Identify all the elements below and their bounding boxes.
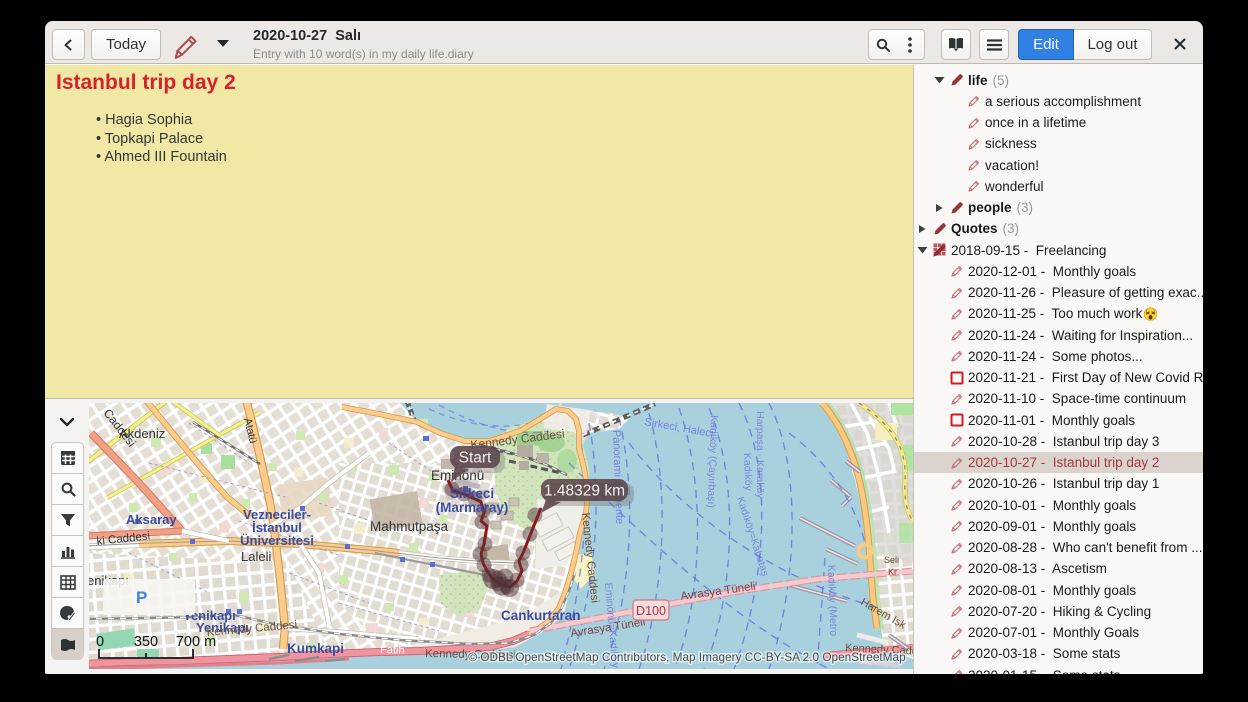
svg-text:Kr: Kr	[888, 567, 897, 577]
svg-text:Sirkeci: Sirkeci	[450, 486, 494, 501]
svg-text:© ODBL OpenStreetMap Contribut: © ODBL OpenStreetMap Contributors, Map I…	[468, 650, 906, 664]
svg-text:Üniversitesi: Üniversitesi	[240, 533, 314, 548]
svg-text:350: 350	[134, 634, 158, 650]
svg-text:Start: Start	[459, 450, 492, 467]
svg-text:Fatih: Fatih	[380, 644, 405, 657]
svg-text:0: 0	[96, 634, 104, 650]
svg-text:700 m: 700 m	[176, 634, 216, 650]
svg-text:Kadıköy: Kadıköy	[741, 453, 754, 492]
svg-text:D100: D100	[636, 604, 666, 618]
svg-text:Aksaray: Aksaray	[126, 512, 177, 527]
svg-text:P: P	[136, 588, 147, 607]
svg-text:Cankurtaran: Cankurtaran	[501, 608, 581, 623]
svg-text:Kumkapi: Kumkapi	[287, 641, 344, 656]
svg-text:1.48329 km: 1.48329 km	[544, 483, 625, 500]
svg-text:Kadıköy (Metro: Kadıköy (Metro	[825, 565, 839, 637]
svg-text:Mahmutpaşa: Mahmutpaşa	[370, 519, 449, 534]
svg-text:Harpaşa - Karaköy: Harpaşa - Karaköy	[754, 411, 766, 499]
svg-text:Seli: Seli	[884, 555, 899, 565]
svg-text:(Marmaray): (Marmaray)	[436, 500, 509, 515]
svg-text:Laleli: Laleli	[241, 549, 271, 564]
